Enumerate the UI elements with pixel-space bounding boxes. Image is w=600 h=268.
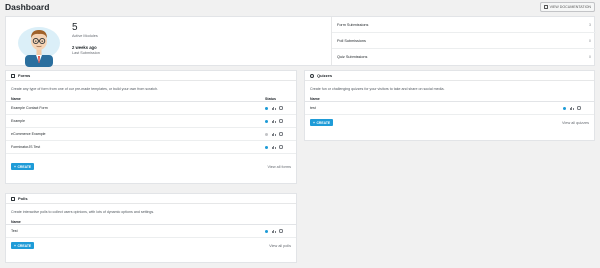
last-submission-label: Last Submission: [72, 51, 100, 55]
polls-title: Polls: [18, 196, 28, 201]
quizzes-col-name: Name: [310, 96, 320, 101]
create-form-label: Create: [17, 164, 32, 169]
view-all-quizzes-link[interactable]: View all quizzes: [562, 121, 589, 125]
quizzes-footer: + Create View all quizzes: [305, 119, 594, 126]
quizzes-description: Create fun or challenging quizzes for yo…: [310, 87, 445, 91]
view-documentation-label: View Documentation: [549, 5, 591, 9]
poll-submissions-row: Poll Submissions 0: [332, 33, 596, 49]
polls-col-name: Name: [11, 219, 21, 224]
gear-icon[interactable]: [279, 145, 283, 149]
draft-status-icon: [265, 132, 268, 136]
published-status-icon: [265, 119, 268, 123]
quizzes-header: Quizzes: [305, 71, 594, 81]
create-quiz-button[interactable]: + Create: [310, 119, 334, 126]
chart-icon[interactable]: [272, 106, 276, 110]
chart-icon[interactable]: [272, 119, 276, 123]
polls-card: Polls Create interactive polls to collec…: [5, 193, 297, 263]
last-submission-value: 2 weeks ago: [72, 45, 97, 50]
view-documentation-button[interactable]: View Documentation: [539, 2, 595, 12]
view-all-forms-link[interactable]: View all forms: [267, 165, 291, 169]
table-row[interactable]: Example: [6, 115, 296, 128]
book-icon: [543, 5, 548, 9]
create-poll-label: Create: [17, 243, 32, 248]
form-name[interactable]: eCommerce Example: [11, 132, 46, 136]
form-icon: [11, 73, 15, 78]
form-name[interactable]: Example: [11, 119, 25, 123]
chart-icon[interactable]: [570, 106, 574, 110]
poll-icon: [11, 196, 15, 201]
forms-title: Forms: [18, 73, 31, 78]
create-quiz-label: Create: [316, 120, 331, 125]
forms-header: Forms: [6, 71, 296, 81]
polls-header: Polls: [6, 194, 296, 204]
published-status-icon: [563, 106, 566, 110]
form-name[interactable]: ForminatorJS Test: [11, 145, 40, 149]
plus-icon: +: [313, 120, 315, 125]
active-modules-stat: 5 Active Modules: [72, 22, 98, 39]
form-submissions-row: Form Submissions 3: [332, 17, 596, 33]
quizzes-card: Quizzes Create fun or challenging quizze…: [304, 70, 595, 141]
forms-card: Forms Create any type of form from one o…: [5, 70, 297, 184]
table-row[interactable]: test: [305, 102, 594, 115]
quiz-icon: [310, 73, 314, 78]
polls-description: Create interactive polls to collect user…: [11, 210, 155, 214]
quiz-submissions-row: Quiz Submissions 0: [332, 49, 596, 65]
gear-icon[interactable]: [279, 106, 283, 110]
gear-icon[interactable]: [279, 229, 283, 233]
quizzes-title: Quizzes: [317, 73, 333, 78]
published-status-icon: [265, 106, 268, 110]
table-row[interactable]: Example Contact Form: [6, 102, 296, 115]
plus-icon: +: [14, 243, 16, 248]
chart-icon[interactable]: [272, 229, 276, 233]
polls-footer: + Create View all polls: [6, 242, 296, 249]
chart-icon[interactable]: [272, 145, 276, 149]
plus-icon: +: [14, 164, 16, 169]
view-all-polls-link[interactable]: View all polls: [269, 244, 291, 248]
submissions-list: Form Submissions 3 Poll Submissions 0 Qu…: [331, 17, 596, 65]
form-submissions-label: Form Submissions: [337, 22, 369, 27]
gear-icon[interactable]: [279, 132, 283, 136]
published-status-icon: [265, 229, 268, 233]
table-row[interactable]: ForminatorJS Test: [6, 141, 296, 154]
quiz-name[interactable]: test: [310, 106, 316, 110]
create-poll-button[interactable]: + Create: [11, 242, 35, 249]
published-status-icon: [265, 145, 268, 149]
poll-submissions-label: Poll Submissions: [337, 38, 366, 43]
page-title: Dashboard: [5, 2, 50, 12]
poll-name[interactable]: Test: [11, 229, 18, 233]
gear-icon[interactable]: [279, 119, 283, 123]
table-row[interactable]: Test: [6, 225, 296, 238]
poll-submissions-count: 0: [588, 38, 591, 43]
form-name[interactable]: Example Contact Form: [11, 106, 48, 110]
summary-card: 5 Active Modules 2 weeks ago Last Submis…: [5, 16, 596, 67]
form-submissions-count: 3: [588, 22, 591, 27]
active-modules-label: Active Modules: [72, 34, 98, 38]
table-row[interactable]: eCommerce Example: [6, 128, 296, 141]
forms-col-name: Name: [11, 96, 21, 101]
forms-footer: + Create View all forms: [6, 163, 296, 170]
active-modules-count: 5: [72, 22, 78, 33]
gear-icon[interactable]: [577, 106, 581, 110]
forms-description: Create any type of form from one of our …: [11, 87, 159, 91]
quiz-submissions-label: Quiz Submissions: [337, 55, 368, 59]
last-submission-stat: 2 weeks ago Last Submission: [72, 45, 100, 55]
mascot-illustration: [18, 27, 60, 67]
chart-icon[interactable]: [272, 132, 276, 136]
create-form-button[interactable]: + Create: [11, 163, 35, 170]
forms-col-status: Status: [265, 96, 276, 101]
quiz-submissions-count: 0: [588, 55, 591, 59]
